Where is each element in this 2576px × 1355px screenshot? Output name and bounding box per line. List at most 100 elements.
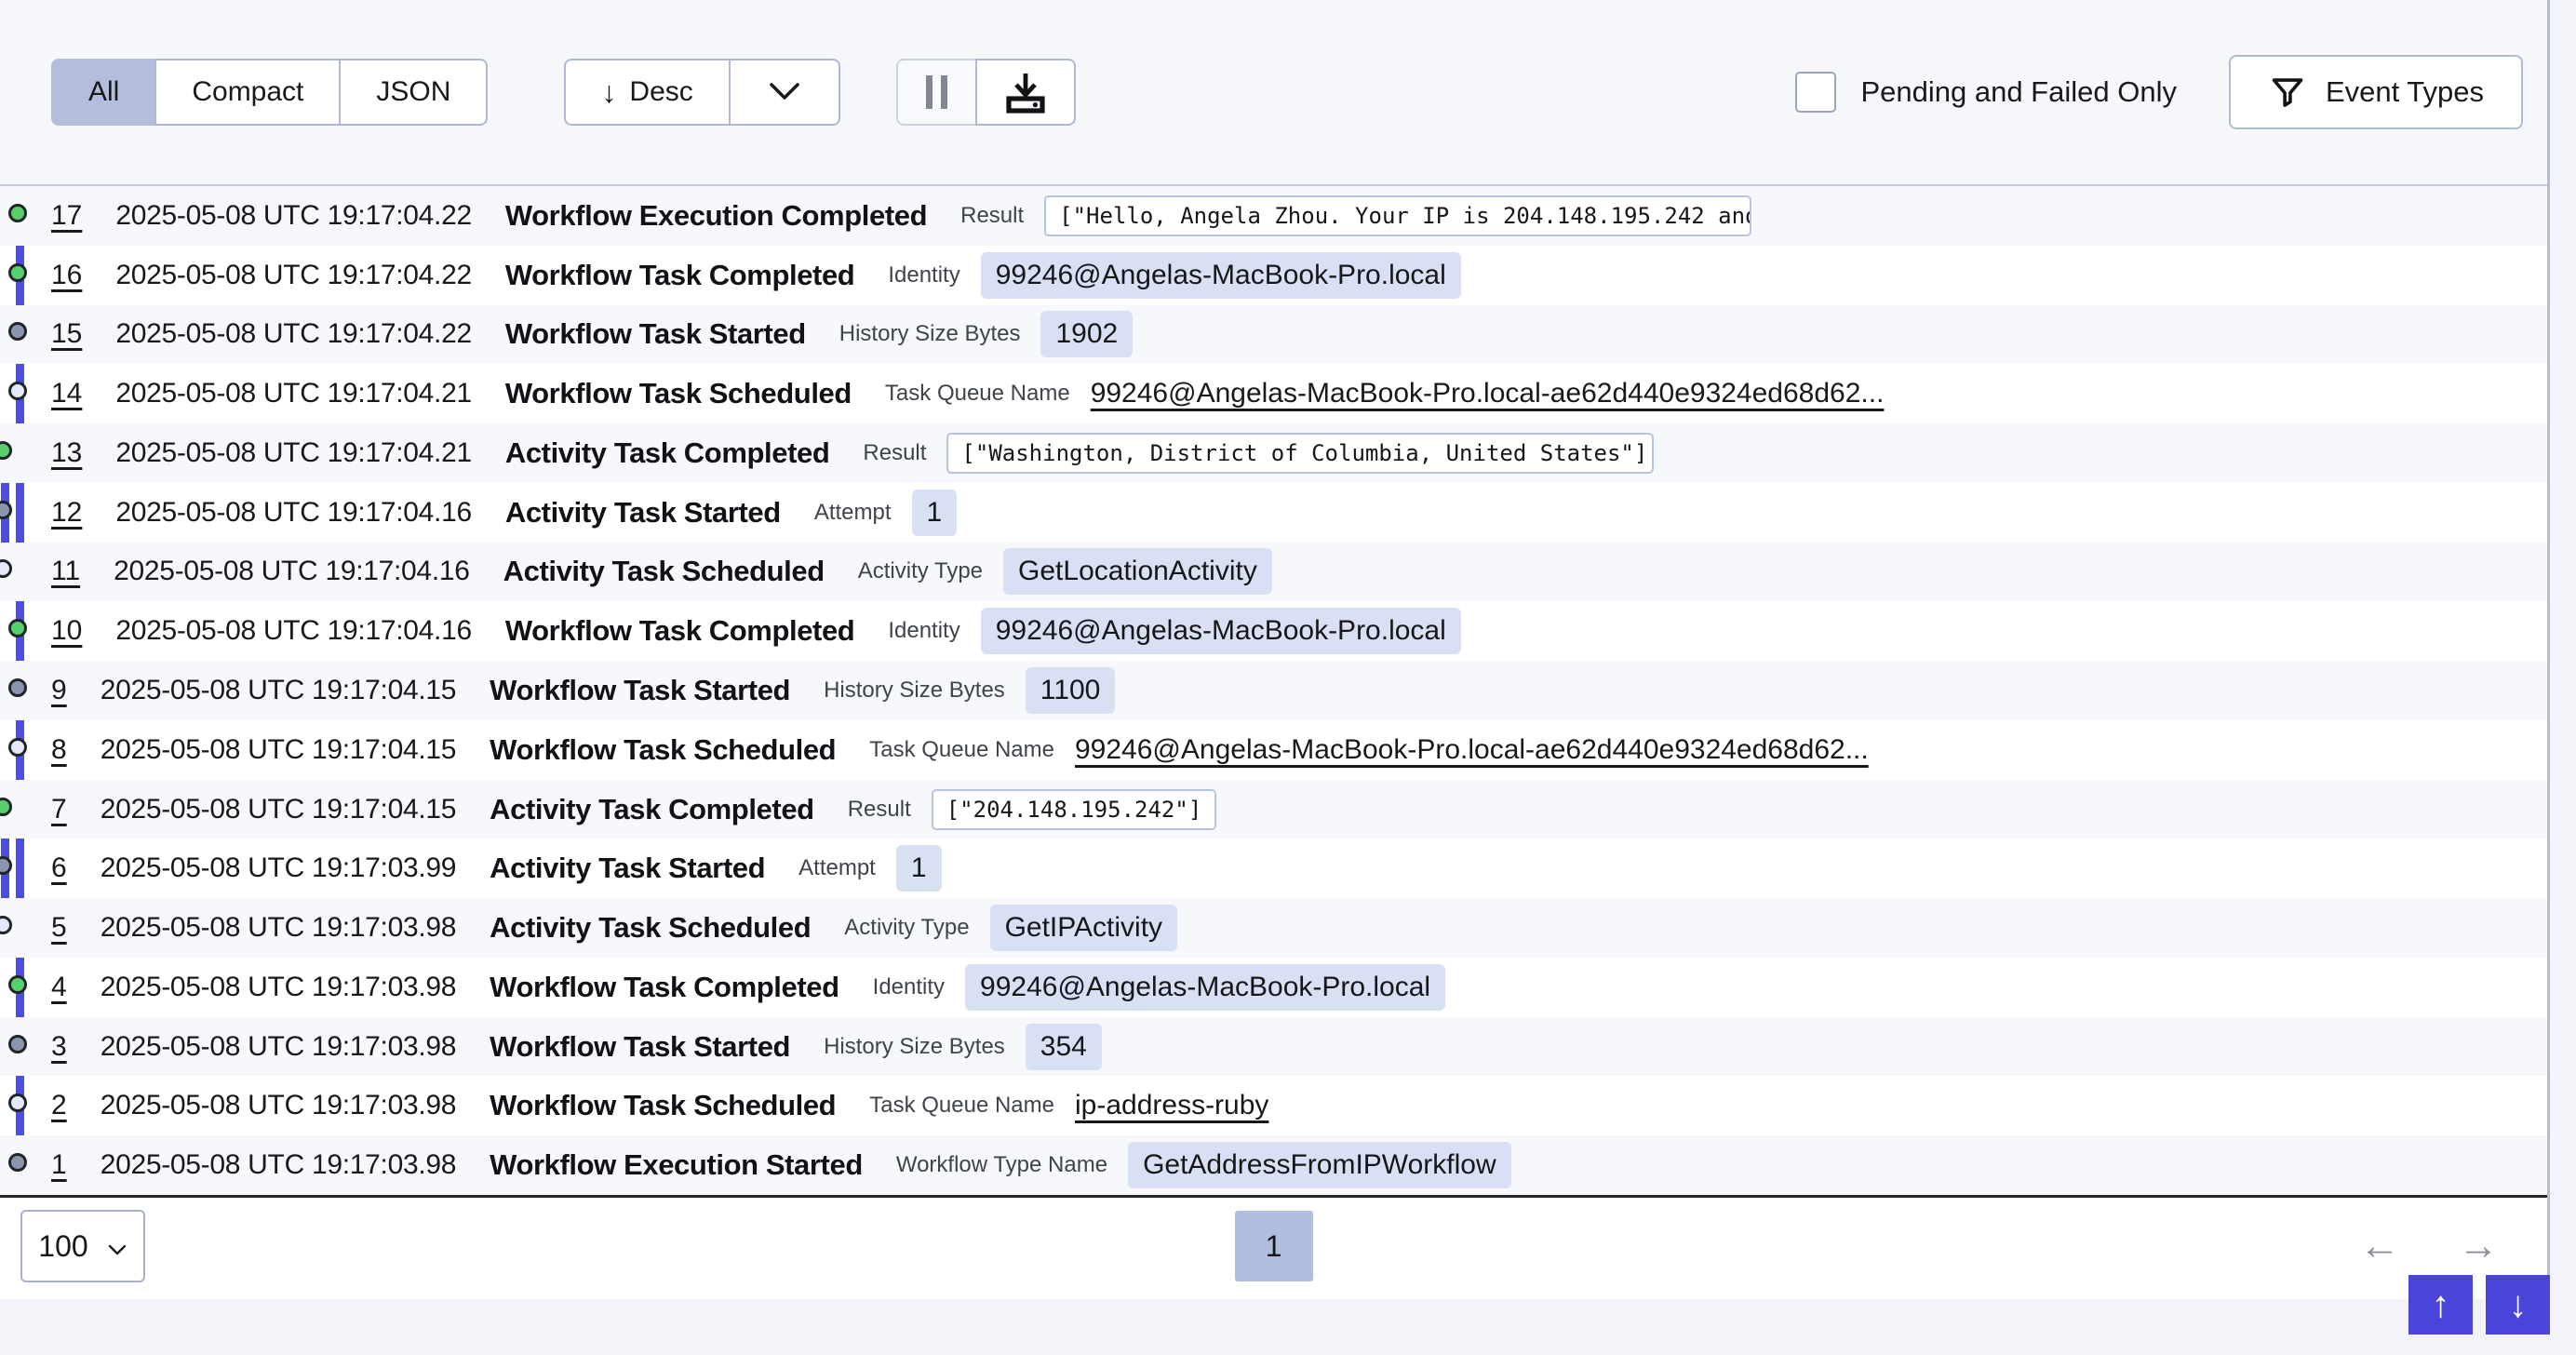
sort-menu-button[interactable] xyxy=(729,59,840,126)
event-row[interactable]: 7 2025-05-08 UTC 19:17:04.15 Activity Ta… xyxy=(0,780,2547,839)
event-name: Workflow Task Scheduled xyxy=(490,733,836,767)
event-timestamp: 2025-05-08 UTC 19:17:04.15 xyxy=(101,794,456,825)
event-name: Workflow Execution Started xyxy=(490,1148,863,1182)
next-page-arrow-icon[interactable]: → xyxy=(2458,1226,2499,1267)
event-id-link[interactable]: 13 xyxy=(51,437,82,469)
download-button[interactable] xyxy=(975,59,1076,126)
event-detail-value: ["Hello, Angela Zhou. Your IP is 204.148… xyxy=(1044,195,1751,236)
event-name: Workflow Task Completed xyxy=(505,259,855,292)
event-id-link[interactable]: 11 xyxy=(51,556,80,587)
event-detail-value: GetLocationActivity xyxy=(1003,548,1272,595)
event-id-link[interactable]: 7 xyxy=(51,794,67,825)
event-detail-value: 99246@Angelas-MacBook-Pro.local xyxy=(981,608,1461,654)
page-size-value: 100 xyxy=(38,1229,87,1264)
event-row[interactable]: 3 2025-05-08 UTC 19:17:03.98 Workflow Ta… xyxy=(0,1017,2547,1077)
event-status-dot xyxy=(0,856,12,875)
pending-failed-checkbox[interactable] xyxy=(1795,72,1836,113)
event-timestamp: 2025-05-08 UTC 19:17:03.99 xyxy=(101,852,456,884)
event-row[interactable]: 12 2025-05-08 UTC 19:17:04.16 Activity T… xyxy=(0,483,2547,543)
event-id-link[interactable]: 9 xyxy=(51,675,67,706)
event-row[interactable]: 9 2025-05-08 UTC 19:17:04.15 Workflow Ta… xyxy=(0,661,2547,720)
event-id-link[interactable]: 1 xyxy=(51,1149,67,1181)
arrow-down-icon: ↓ xyxy=(601,77,616,107)
event-row[interactable]: 14 2025-05-08 UTC 19:17:04.21 Workflow T… xyxy=(0,364,2547,423)
event-id-link[interactable]: 14 xyxy=(51,378,82,409)
event-id-link[interactable]: 3 xyxy=(51,1031,67,1063)
event-status-dot xyxy=(8,1153,27,1172)
pending-failed-filter[interactable]: Pending and Failed Only xyxy=(1795,72,2177,113)
event-detail-value: GetAddressFromIPWorkflow xyxy=(1128,1142,1511,1188)
page-size-select[interactable]: 100 xyxy=(20,1210,145,1282)
event-id-link[interactable]: 17 xyxy=(51,200,82,232)
event-row[interactable]: 1 2025-05-08 UTC 19:17:03.98 Workflow Ex… xyxy=(0,1135,2547,1195)
event-id-link[interactable]: 5 xyxy=(51,912,67,944)
event-detail-label: Identity xyxy=(888,618,959,644)
chevron-down-icon xyxy=(766,81,803,103)
event-row[interactable]: 2 2025-05-08 UTC 19:17:03.98 Workflow Ta… xyxy=(0,1076,2547,1135)
event-types-button[interactable]: Event Types xyxy=(2229,55,2523,129)
event-detail-value: 1 xyxy=(912,490,958,536)
sort-desc-label: Desc xyxy=(629,76,692,108)
event-id-link[interactable]: 15 xyxy=(51,318,82,350)
scroll-to-bottom-button[interactable]: ↓ xyxy=(2486,1275,2550,1335)
sort-desc-button[interactable]: ↓ Desc xyxy=(564,59,730,126)
previous-page-arrow-icon[interactable]: ← xyxy=(2359,1226,2400,1267)
event-row[interactable]: 6 2025-05-08 UTC 19:17:03.99 Activity Ta… xyxy=(0,838,2547,898)
event-row[interactable]: 17 2025-05-08 UTC 19:17:04.22 Workflow E… xyxy=(0,186,2547,246)
event-row[interactable]: 8 2025-05-08 UTC 19:17:04.15 Workflow Ta… xyxy=(0,720,2547,780)
event-detail-label: Identity xyxy=(888,262,959,288)
event-name: Workflow Task Started xyxy=(490,1030,790,1064)
event-name: Activity Task Started xyxy=(505,496,781,530)
event-row[interactable]: 5 2025-05-08 UTC 19:17:03.98 Activity Ta… xyxy=(0,898,2547,958)
event-timestamp: 2025-05-08 UTC 19:17:04.15 xyxy=(101,734,456,766)
playback-export-group xyxy=(896,59,1076,126)
tab-json[interactable]: JSON xyxy=(339,59,488,126)
event-detail-value[interactable]: 99246@Angelas-MacBook-Pro.local-ae62d440… xyxy=(1091,378,1885,409)
event-status-dot xyxy=(8,322,27,341)
event-timestamp: 2025-05-08 UTC 19:17:04.22 xyxy=(115,318,471,350)
scroll-to-top-button[interactable]: ↑ xyxy=(2408,1275,2473,1335)
event-detail-value[interactable]: ip-address-ruby xyxy=(1075,1090,1268,1121)
event-id-link[interactable]: 12 xyxy=(51,497,82,529)
tab-compact[interactable]: Compact xyxy=(154,59,341,126)
event-id-link[interactable]: 2 xyxy=(51,1090,67,1121)
event-id-link[interactable]: 6 xyxy=(51,852,67,884)
event-row[interactable]: 11 2025-05-08 UTC 19:17:04.16 Activity T… xyxy=(0,543,2547,602)
event-row[interactable]: 13 2025-05-08 UTC 19:17:04.21 Activity T… xyxy=(0,423,2547,483)
tab-all[interactable]: All xyxy=(51,59,156,126)
event-history-toolbar: All Compact JSON ↓ Desc xyxy=(0,0,2547,186)
pause-button[interactable] xyxy=(896,59,977,126)
funnel-filter-icon xyxy=(2268,73,2307,112)
event-detail-value[interactable]: 99246@Angelas-MacBook-Pro.local-ae62d440… xyxy=(1075,734,1869,766)
view-mode-group: All Compact JSON xyxy=(51,59,488,126)
event-status-dot xyxy=(8,204,27,222)
event-timestamp: 2025-05-08 UTC 19:17:04.22 xyxy=(115,260,471,291)
event-name: Activity Task Scheduled xyxy=(490,911,811,945)
event-row[interactable]: 10 2025-05-08 UTC 19:17:04.16 Workflow T… xyxy=(0,601,2547,661)
event-row[interactable]: 15 2025-05-08 UTC 19:17:04.22 Workflow T… xyxy=(0,305,2547,365)
event-detail-label: Activity Type xyxy=(858,558,983,584)
event-history-table: 17 2025-05-08 UTC 19:17:04.22 Workflow E… xyxy=(0,186,2547,1198)
event-status-dot xyxy=(8,1093,27,1112)
event-id-link[interactable]: 4 xyxy=(51,972,67,1003)
sort-order-group: ↓ Desc xyxy=(564,59,839,126)
event-name: Workflow Task Scheduled xyxy=(505,377,852,410)
event-name: Activity Task Completed xyxy=(490,793,814,826)
pause-icon xyxy=(926,75,947,109)
event-timestamp: 2025-05-08 UTC 19:17:04.16 xyxy=(114,556,469,587)
event-detail-value: ["204.148.195.242"] xyxy=(932,789,1217,830)
event-detail-label: History Size Bytes xyxy=(824,678,1005,704)
event-status-dot xyxy=(8,738,27,757)
page-arrows: ← → xyxy=(2359,1226,2499,1267)
pending-failed-label: Pending and Failed Only xyxy=(1860,75,2177,109)
event-row[interactable]: 4 2025-05-08 UTC 19:17:03.98 Workflow Ta… xyxy=(0,958,2547,1017)
current-page-button[interactable]: 1 xyxy=(1235,1211,1313,1281)
event-id-link[interactable]: 10 xyxy=(51,615,82,647)
event-status-dot xyxy=(8,263,27,282)
event-status-dot xyxy=(8,1035,27,1053)
event-detail-label: Result xyxy=(863,440,926,466)
event-id-link[interactable]: 16 xyxy=(51,260,82,291)
event-row[interactable]: 16 2025-05-08 UTC 19:17:04.22 Workflow T… xyxy=(0,246,2547,305)
event-id-link[interactable]: 8 xyxy=(51,734,67,766)
event-name: Activity Task Scheduled xyxy=(503,555,825,588)
